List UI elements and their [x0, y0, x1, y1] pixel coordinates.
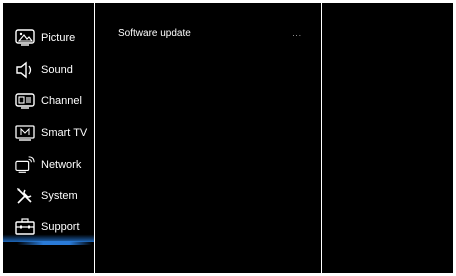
network-icon — [15, 155, 35, 175]
menu-item-support[interactable]: Support — [3, 212, 94, 245]
divider-left — [94, 3, 95, 273]
menu-item-network[interactable]: Network — [3, 150, 94, 180]
menu-item-label: Picture — [41, 32, 76, 44]
channel-icon — [15, 91, 35, 111]
menu-item-label: Support — [41, 221, 80, 233]
smart-tv-icon — [15, 123, 35, 143]
divider-right — [321, 3, 322, 273]
toolbox-icon — [15, 217, 35, 237]
submenu-item-software-update[interactable]: Software update ... — [118, 26, 302, 40]
submenu-item-label: Software update — [118, 27, 191, 39]
menu-item-label: System — [41, 190, 78, 202]
menu-item-label: Network — [41, 159, 82, 171]
menu-item-label: Sound — [41, 64, 73, 76]
menu-item-label: Smart TV — [41, 127, 88, 139]
speaker-icon — [15, 60, 35, 80]
submenu-item-value: ... — [292, 28, 302, 38]
menu-item-system[interactable]: System — [3, 181, 94, 211]
menu-item-picture[interactable]: Picture — [3, 23, 94, 53]
tools-icon — [15, 186, 35, 206]
menu-item-label: Channel — [41, 95, 82, 107]
picture-icon — [15, 28, 35, 48]
menu-item-channel[interactable]: Channel — [3, 86, 94, 116]
menu-item-sound[interactable]: Sound — [3, 55, 94, 85]
settings-sidebar: Picture Sound Channel Smart TV Network S… — [3, 3, 94, 273]
menu-item-smart-tv[interactable]: Smart TV — [3, 118, 94, 148]
